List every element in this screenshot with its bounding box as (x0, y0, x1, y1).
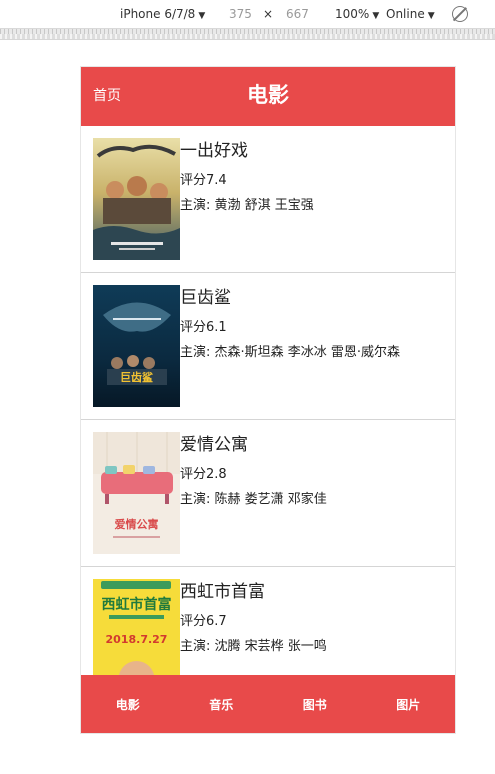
rotate-icon[interactable] (452, 6, 468, 22)
device-label: iPhone 6/7/8 (120, 7, 196, 21)
poster-title: 西虹市首富 (102, 596, 172, 613)
movie-rating: 评分6.1 (180, 320, 227, 335)
network-select[interactable]: Online ▼ (386, 7, 435, 23)
movie-rating: 评分7.4 (180, 173, 227, 188)
poster-image: 爱情公寓 (93, 432, 180, 554)
list-item[interactable]: 爱情公寓 爱情公寓 评分2.8 主演: 陈赫 娄艺潇 邓家佳 (81, 420, 455, 567)
movie-title: 爱情公寓 (180, 435, 248, 455)
devtools-toolbar: iPhone 6/7/8 ▼ 375 × 667 100% ▼ Online ▼ (0, 0, 495, 29)
movie-poster: 巨齿鲨 (93, 285, 180, 407)
movie-cast: 主演: 沈腾 宋芸桦 张一鸣 (180, 639, 327, 654)
device-select[interactable]: iPhone 6/7/8 ▼ (120, 7, 205, 23)
chevron-down-icon: ▼ (372, 11, 380, 21)
tab-books[interactable]: 图书 (268, 675, 362, 733)
list-item[interactable]: 一出好戏 评分7.4 主演: 黄渤 舒淇 王宝强 (81, 126, 455, 273)
zoom-select[interactable]: 100% ▼ (335, 7, 379, 23)
movie-list: 一出好戏 评分7.4 主演: 黄渤 舒淇 王宝强 巨齿鲨 巨齿鲨 评分6.1 主… (81, 126, 455, 714)
movie-cast: 主演: 陈赫 娄艺潇 邓家佳 (180, 492, 327, 507)
movie-cast: 主演: 杰森·斯坦森 李冰冰 雷恩·威尔森 (180, 345, 401, 360)
movie-title: 西虹市首富 (180, 582, 265, 602)
list-item[interactable]: 巨齿鲨 巨齿鲨 评分6.1 主演: 杰森·斯坦森 李冰冰 雷恩·威尔森 (81, 273, 455, 420)
movie-cast: 主演: 黄渤 舒淇 王宝强 (180, 198, 314, 213)
poster-image (93, 138, 180, 260)
movie-poster: 爱情公寓 (93, 432, 180, 554)
page-title: 电影 (247, 83, 289, 107)
device-viewport: 首页 电影 一出好戏 评分7.4 主演: 黄渤 舒淇 王宝强 巨齿鲨 巨齿鲨 评… (81, 67, 455, 733)
tab-movies[interactable]: 电影 (81, 675, 175, 733)
bottom-tab-bar: 电影 音乐 图书 图片 (81, 675, 455, 733)
chevron-down-icon: ▼ (198, 11, 206, 21)
network-label: Online (386, 7, 425, 21)
movie-rating: 评分6.7 (180, 614, 227, 629)
dimension-separator: × (263, 7, 274, 21)
tab-pictures[interactable]: 图片 (362, 675, 456, 733)
movie-title: 一出好戏 (180, 141, 248, 161)
poster-image: 巨齿鲨 (93, 285, 180, 407)
zoom-label: 100% (335, 7, 370, 21)
width-input[interactable]: 375 (229, 7, 252, 21)
poster-title: 巨齿鲨 (120, 370, 153, 384)
chevron-down-icon: ▼ (427, 11, 435, 21)
height-input[interactable]: 667 (286, 7, 309, 21)
media-query-ruler (0, 29, 495, 40)
movie-poster (93, 138, 180, 260)
poster-title: 爱情公寓 (115, 517, 159, 531)
app-header: 首页 电影 (81, 67, 455, 126)
movie-rating: 评分2.8 (180, 467, 227, 482)
tab-music[interactable]: 音乐 (175, 675, 269, 733)
poster-date: 2018.7.27 (106, 633, 168, 646)
movie-title: 巨齿鲨 (180, 288, 231, 308)
